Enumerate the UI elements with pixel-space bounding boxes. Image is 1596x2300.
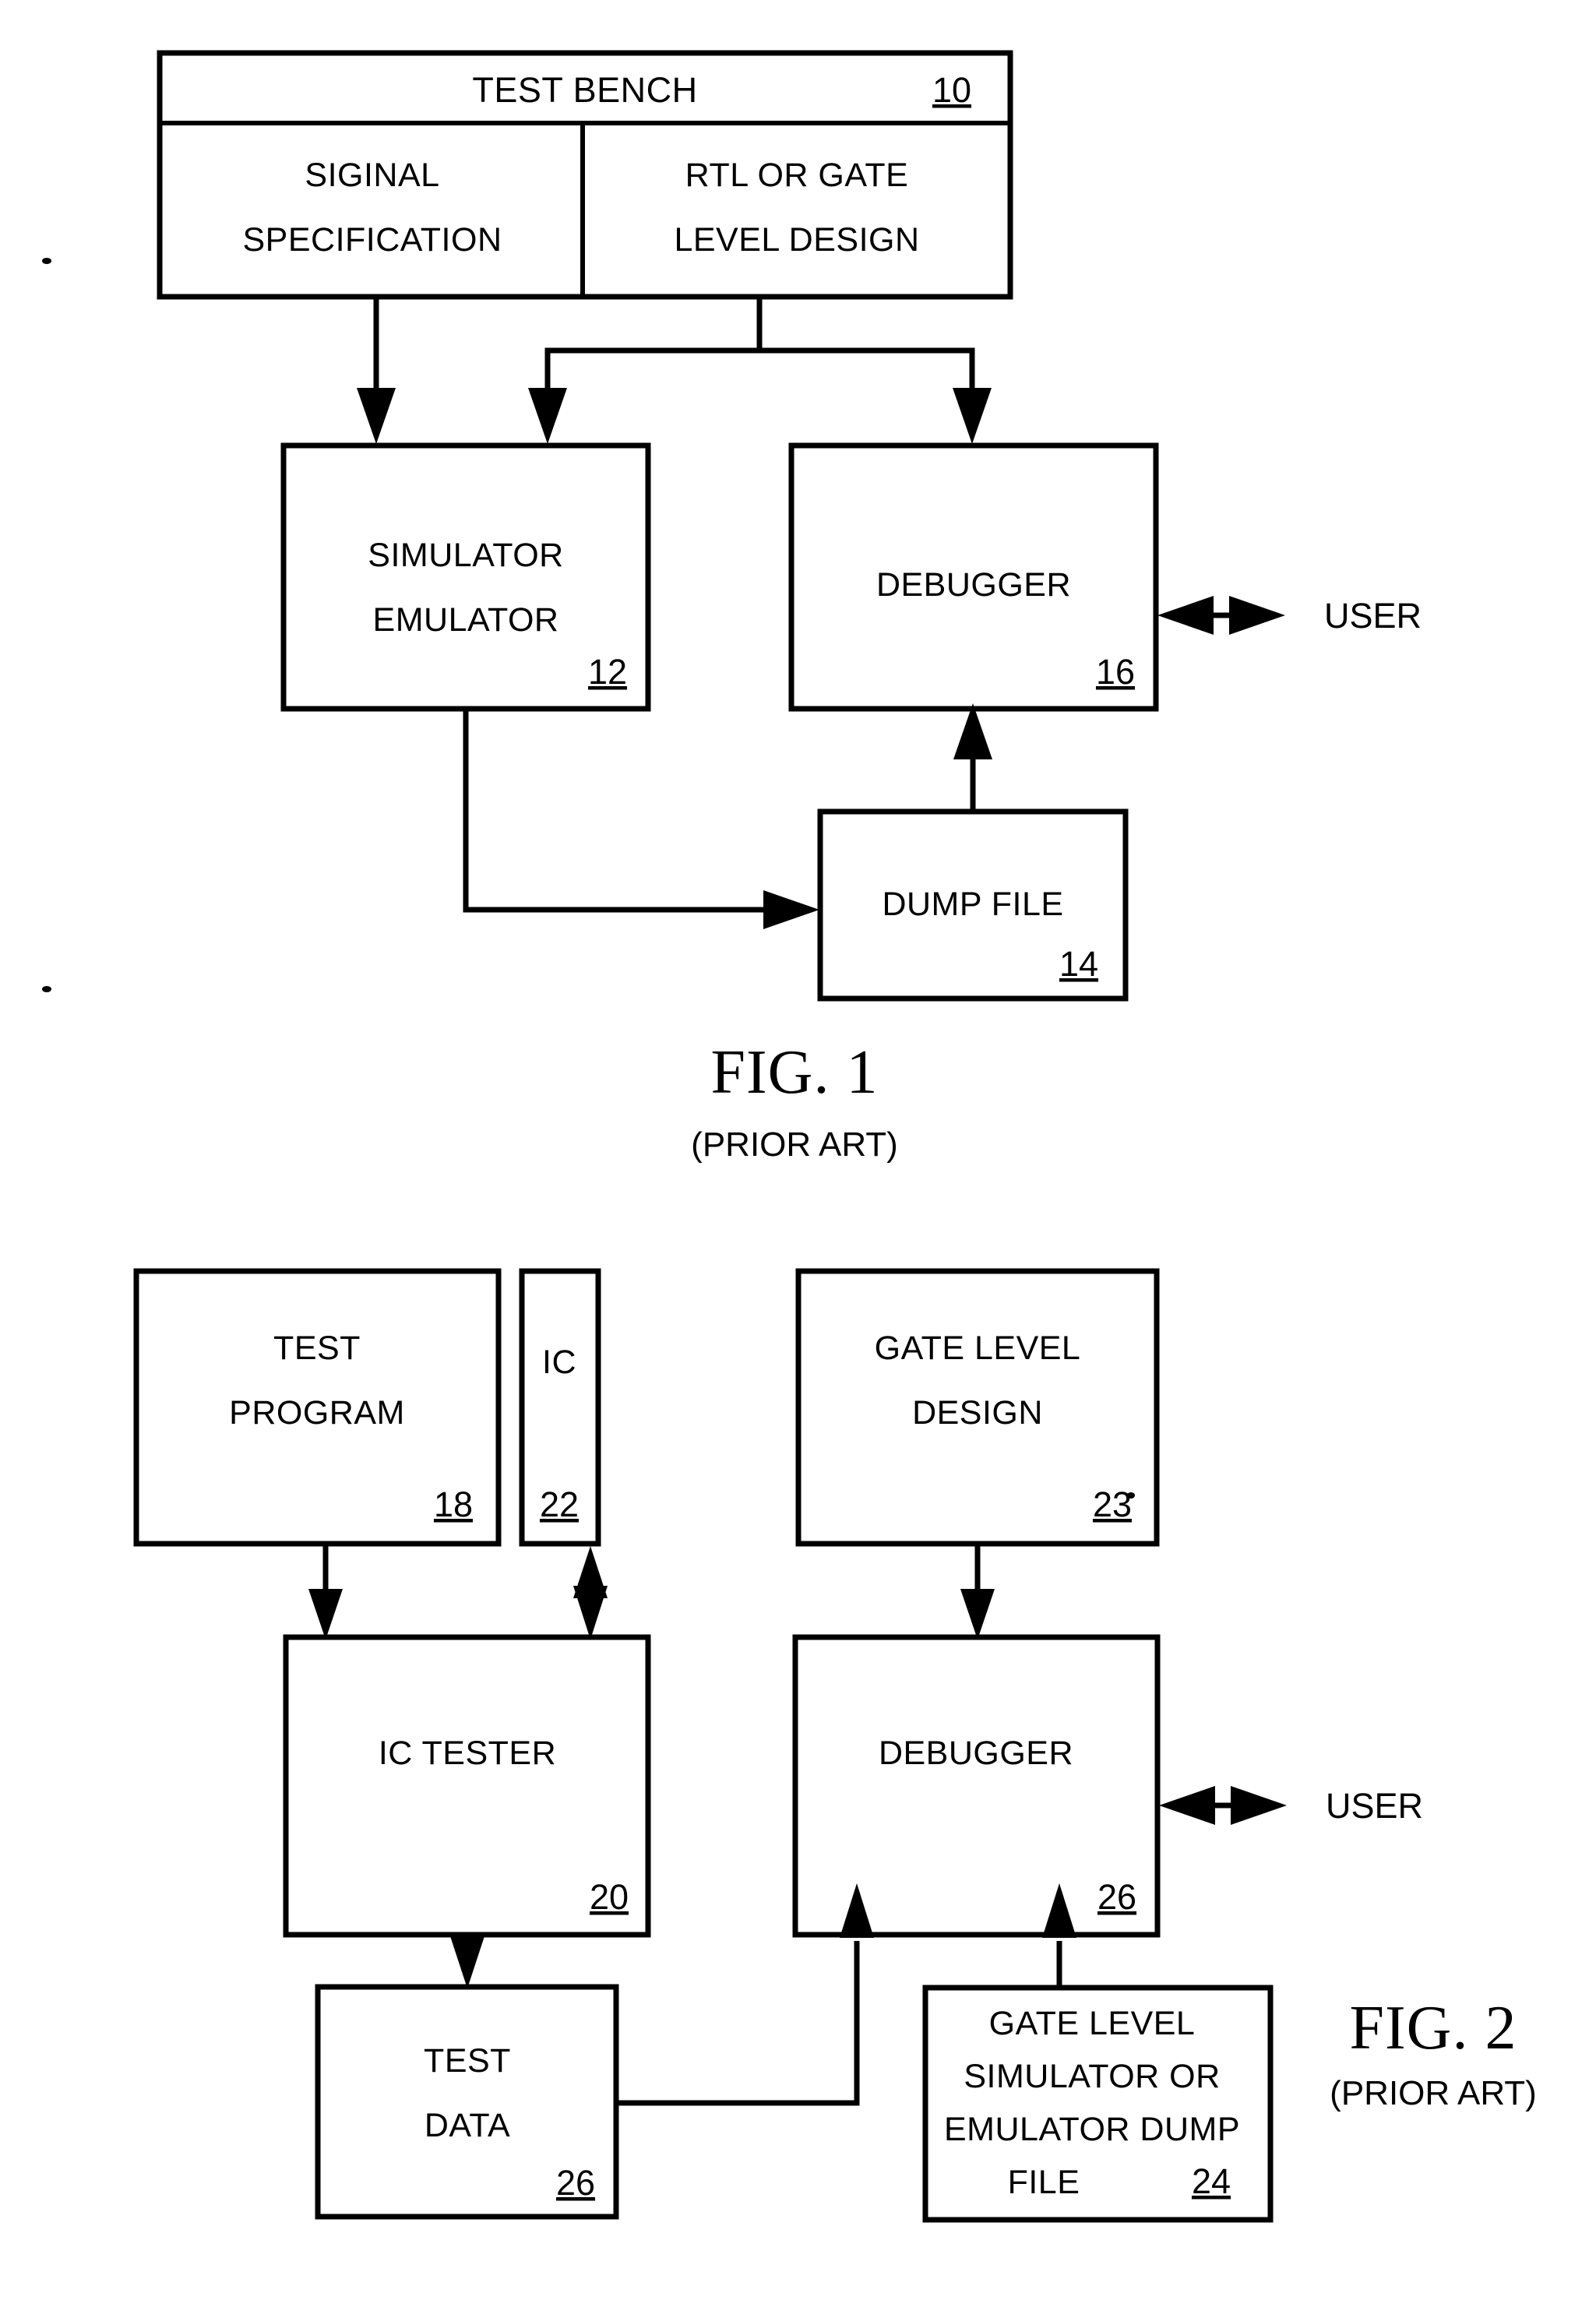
figure-canvas: TEST BENCH 10 SIGINAL SPECIFICATION RTL … — [42, 50, 1537, 2223]
arrowhead-left-to-debugger-fig2 — [1159, 1786, 1215, 1825]
debugger-fig1-label: DEBUGGER — [876, 566, 1071, 604]
patent-figure-sheet: TEST BENCH 10 SIGINAL SPECIFICATION RTL … — [0, 0, 1596, 2300]
test-program-line-2: PROGRAM — [229, 1394, 405, 1432]
arrowhead-right-to-user — [1229, 596, 1285, 635]
test-data-ref-number: 26 — [556, 2163, 595, 2203]
connector-debugger-user-fig2 — [1159, 1786, 1287, 1825]
dump-file-label: DUMP FILE — [882, 886, 1063, 923]
connector-ic-to-ic-tester — [573, 1546, 608, 1640]
arrowhead-left-to-debugger — [1157, 596, 1214, 635]
arrowhead-right-to-user-fig2 — [1231, 1786, 1287, 1825]
figure-2-title: FIG. 2 — [1350, 1994, 1517, 2062]
test-program-ref-number: 18 — [434, 1485, 473, 1524]
gate-level-dump-line-2: SIMULATOR OR — [964, 2058, 1220, 2095]
connector-gate-level-design-to-debugger — [960, 1544, 995, 1640]
ic-tester-ref-number: 20 — [590, 1877, 629, 1917]
rtl-gate-level-design-line-2: LEVEL DESIGN — [674, 221, 919, 259]
connector-simulator-to-dump-file — [463, 709, 819, 929]
connector-ic-tester-to-test-data — [450, 1935, 484, 1988]
figure-2-subtitle: (PRIOR ART) — [1330, 2074, 1537, 2112]
arrowhead-down-to-ic-tester — [573, 1586, 608, 1640]
connector-test-program-to-ic-tester — [308, 1544, 343, 1640]
signal-specification-line-2: SPECIFICATION — [242, 221, 502, 259]
arrowhead-down-to-debugger-fig2 — [960, 1589, 995, 1640]
gate-level-dump-line-1: GATE LEVEL — [989, 2005, 1196, 2042]
gate-level-dump-line-4: FILE — [1008, 2164, 1080, 2201]
test-bench-header-label: TEST BENCH — [472, 70, 697, 110]
ic-tester-label: IC TESTER — [379, 1735, 556, 1772]
user-label-fig2: USER — [1326, 1786, 1423, 1826]
test-data-line-1: TEST — [424, 2042, 511, 2080]
connector-dump-file-to-debugger — [953, 703, 992, 812]
scan-speck-right — [1127, 1492, 1135, 1499]
figure-2-group: TEST PROGRAM 18 IC 22 GATE LEVEL DESIGN … — [133, 1268, 1537, 2223]
test-program-line-1: TEST — [273, 1330, 361, 1367]
simulator-emulator-ref-number: 12 — [588, 652, 627, 692]
arrowhead-down-to-debugger — [953, 388, 992, 444]
dump-file-ref-number: 14 — [1059, 944, 1098, 984]
ic-ref-number: 22 — [540, 1485, 579, 1524]
figure-1-group: TEST BENCH 10 SIGINAL SPECIFICATION RTL … — [157, 50, 1422, 1164]
arrowhead-down-to-simulator — [357, 388, 396, 444]
figure-1-title: FIG. 1 — [711, 1038, 879, 1107]
arrowhead-right-to-dump-file — [763, 890, 819, 929]
arrowhead-down-to-ic-tester — [308, 1589, 343, 1640]
arrowhead-down-to-test-data — [450, 1936, 484, 1988]
signal-specification-line-1: SIGINAL — [305, 157, 439, 194]
test-bench-ref-number: 10 — [932, 70, 971, 110]
rtl-gate-level-design-line-1: RTL OR GATE — [685, 157, 909, 194]
arrowhead-up-to-debugger — [953, 703, 992, 759]
figure-1-subtitle: (PRIOR ART) — [691, 1125, 898, 1164]
user-label-fig1: USER — [1324, 596, 1422, 636]
connector-debugger-user-fig1 — [1157, 596, 1285, 635]
ic-label: IC — [542, 1344, 576, 1381]
scan-speck-mid-left — [42, 986, 51, 992]
gate-level-dump-ref-number: 24 — [1192, 2161, 1231, 2201]
simulator-emulator-line-2: EMULATOR — [373, 601, 559, 639]
gate-level-design-ref-number: 23 — [1093, 1485, 1132, 1524]
simulator-emulator-line-1: SIMULATOR — [368, 537, 563, 574]
gate-level-dump-line-3: EMULATOR DUMP — [944, 2111, 1240, 2148]
gate-level-design-line-2: DESIGN — [912, 1394, 1043, 1432]
debugger-fig1-ref-number: 16 — [1096, 652, 1135, 692]
connector-spec-to-simulator — [357, 297, 396, 444]
connector-design-to-simulator-and-debugger — [528, 297, 992, 444]
gate-level-design-line-1: GATE LEVEL — [875, 1330, 1081, 1367]
test-data-line-2: DATA — [425, 2107, 510, 2144]
debugger-fig2-label: DEBUGGER — [879, 1735, 1073, 1772]
scan-speck-upper-left — [42, 258, 51, 264]
debugger-fig2-ref-number: 26 — [1097, 1877, 1136, 1917]
arrowhead-down-to-simulator-2 — [528, 388, 567, 444]
